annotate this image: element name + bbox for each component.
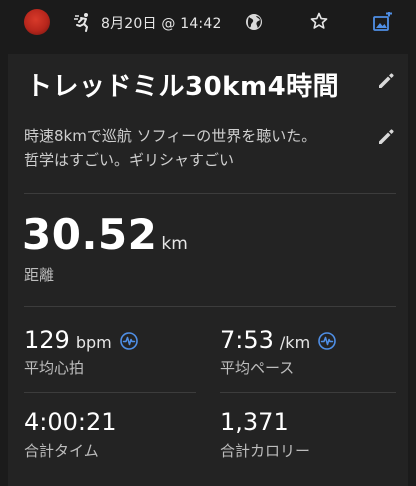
total-time-value: 4:00:21 [24,408,117,436]
pulse-icon[interactable] [318,332,336,350]
calories-label: 合計カロリー [220,442,311,460]
add-photo-icon[interactable] [372,12,392,32]
avatar[interactable] [24,9,50,35]
activity-header: 8月20日 @ 14:42 [0,0,416,46]
edit-title-icon[interactable] [377,72,395,90]
avg-pace: 7:53 /km [220,326,336,354]
activity-description: 時速8kmで巡航 ソフィーの世界を聴いた。 哲学はすごい。ギリシャすごい [24,124,364,172]
distance-label: 距離 [24,266,55,284]
divider [24,193,396,194]
distance-value: 30.52 km [22,210,188,259]
heart-rate-value: 129 [24,326,70,354]
runner-icon [74,13,88,32]
total-calories: 1,371 [220,408,289,436]
distance-number: 30.52 [22,210,158,259]
distance-unit: km [161,234,188,254]
total-time: 4:00:21 [24,408,117,436]
calories-value: 1,371 [220,408,289,436]
star-icon[interactable] [310,12,328,30]
pace-unit: /km [279,333,311,352]
divider [220,392,396,393]
activity-title: トレッドミル30km4時間 [26,72,340,102]
divider [24,306,396,307]
total-time-label: 合計タイム [24,442,99,460]
activity-date: 8月20日 @ 14:42 [101,16,222,32]
description-line: 哲学はすごい。ギリシャすごい [24,151,235,169]
globe-icon[interactable] [245,13,263,31]
pace-value: 7:53 [220,326,274,354]
pace-label: 平均ペース [220,359,295,377]
avg-heart-rate: 129 bpm [24,326,138,354]
edit-description-icon[interactable] [377,128,395,146]
divider [24,392,196,393]
heart-rate-label: 平均心拍 [24,359,85,377]
description-line: 時速8kmで巡航 ソフィーの世界を聴いた。 [24,127,317,145]
pulse-icon[interactable] [119,332,138,350]
heart-rate-unit: bpm [75,333,112,352]
